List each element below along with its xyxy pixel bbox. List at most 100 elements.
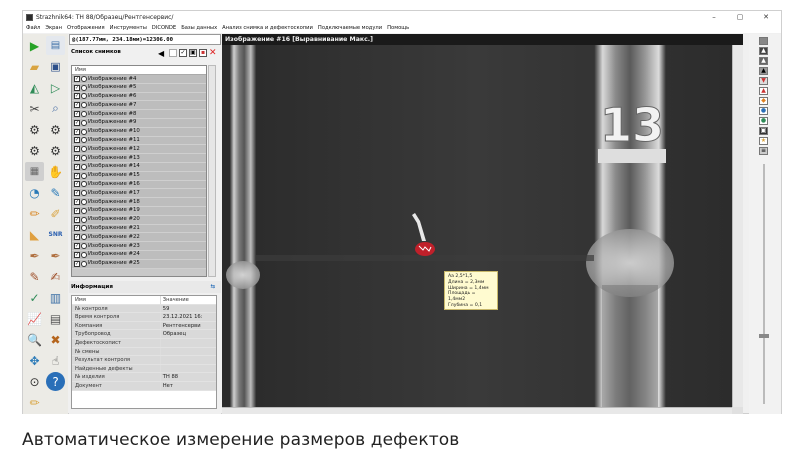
brush-icon[interactable]: ✒ — [25, 246, 44, 265]
list-item-checkbox[interactable]: ✓ — [74, 75, 80, 82]
eye-icon[interactable] — [81, 190, 87, 197]
grid-icon[interactable]: ▦ — [25, 162, 44, 181]
layers-tool-icon[interactable]: ≡ — [759, 147, 768, 155]
zoom-icon[interactable]: 🔍 — [25, 330, 44, 349]
gear-advanced-icon[interactable]: ⚙ — [25, 141, 44, 160]
list-scrollbar[interactable] — [208, 65, 216, 277]
move-icon[interactable]: ✥ — [25, 351, 44, 370]
eye-icon[interactable] — [81, 137, 87, 144]
eye-icon[interactable] — [81, 199, 87, 206]
play-outline-icon[interactable]: ▷ — [46, 78, 65, 97]
highlight-tool-icon[interactable]: ▲ — [759, 87, 768, 95]
new-document-icon[interactable]: ▤ — [46, 36, 65, 55]
line-graph-icon[interactable]: 📈 — [25, 309, 44, 328]
back-arrow-icon[interactable]: ◀ — [158, 49, 164, 58]
list-item-checkbox[interactable]: ✓ — [74, 225, 80, 232]
lock-icon[interactable]: ▪ — [199, 49, 207, 57]
gear-filter-icon[interactable]: ⚙ — [46, 141, 65, 160]
maximize-button[interactable]: ▢ — [729, 11, 751, 23]
check-icon[interactable]: ✓ — [179, 49, 187, 57]
eye-icon[interactable] — [81, 216, 87, 223]
menu-plugins[interactable]: Подключаемые модули — [318, 25, 382, 31]
histogram-icon[interactable]: ▤ — [46, 309, 65, 328]
defect-marker[interactable] — [415, 242, 435, 256]
list-item-checkbox[interactable]: ✓ — [74, 234, 80, 241]
zoom-slider-handle[interactable] — [759, 334, 769, 338]
eye-icon[interactable] — [81, 181, 87, 188]
list-item-checkbox[interactable]: ✓ — [74, 163, 80, 170]
eye-icon[interactable] — [81, 163, 87, 170]
triangle-tool-icon[interactable]: ◭ — [25, 78, 44, 97]
tools-cross-icon[interactable]: ✖ — [46, 330, 65, 349]
eye-icon[interactable] — [81, 146, 87, 153]
menu-diconde[interactable]: DICONDE — [152, 25, 176, 31]
blank-button-icon[interactable] — [169, 49, 177, 57]
eye-icon[interactable] — [81, 128, 87, 135]
menu-databases[interactable]: Базы данных — [181, 25, 217, 31]
list-item-checkbox[interactable]: ✓ — [74, 260, 80, 267]
chart-icon[interactable]: ▥ — [46, 288, 65, 307]
list-item-checkbox[interactable]: ✓ — [74, 84, 80, 91]
list-item-checkbox[interactable]: ✓ — [74, 243, 80, 250]
list-item-checkbox[interactable]: ✓ — [74, 155, 80, 162]
eye-icon[interactable] — [81, 225, 87, 232]
list-item-checkbox[interactable]: ✓ — [74, 207, 80, 214]
image-horizontal-scrollbar[interactable] — [222, 407, 732, 414]
eye-icon[interactable] — [81, 75, 87, 82]
eye-icon[interactable] — [81, 207, 87, 214]
green-tool-icon[interactable]: ● — [759, 117, 768, 125]
play-icon[interactable]: ▶ — [25, 36, 44, 55]
xray-image[interactable]: 13 Аа 2,5*1,5 Длина = 2,3мм Ширина = 1,4… — [222, 45, 732, 407]
palette-tool-icon[interactable]: ◆ — [759, 97, 768, 105]
compass-icon[interactable]: ◔ — [25, 183, 44, 202]
draw-icon[interactable]: ✍ — [46, 267, 65, 286]
ruler-icon[interactable]: ✏ — [25, 204, 44, 223]
list-item-checkbox[interactable]: ✓ — [74, 102, 80, 109]
eye-icon[interactable] — [81, 93, 87, 100]
delete-icon[interactable]: ✕ — [209, 48, 217, 58]
list-item-checkbox[interactable]: ✓ — [74, 137, 80, 144]
list-item-checkbox[interactable]: ✓ — [74, 128, 80, 135]
filter-tool-icon[interactable]: ▼ — [759, 77, 768, 85]
level-tool-icon[interactable]: ▲ — [759, 47, 768, 55]
eye-icon[interactable] — [81, 102, 87, 109]
eye-icon[interactable] — [81, 260, 87, 267]
eye-icon[interactable] — [81, 251, 87, 258]
select-all-icon[interactable]: ▣ — [189, 49, 197, 57]
binoculars-icon[interactable]: ⊙ — [25, 372, 44, 391]
globe-tool-icon[interactable]: ● — [759, 107, 768, 115]
menu-tools[interactable]: Инструменты — [110, 25, 147, 31]
eye-icon[interactable] — [81, 234, 87, 241]
help-icon[interactable]: ? — [46, 372, 65, 391]
brightness-tool-icon[interactable]: ▲ — [759, 67, 768, 75]
list-item-checkbox[interactable]: ✓ — [74, 172, 80, 179]
list-item-checkbox[interactable]: ✓ — [74, 146, 80, 153]
list-item-checkbox[interactable]: ✓ — [74, 119, 80, 126]
snr-button[interactable]: SNR — [46, 225, 65, 244]
eye-icon[interactable] — [81, 243, 87, 250]
magnifier-icon[interactable]: ⌕ — [46, 99, 65, 118]
paint-icon[interactable]: ✒ — [46, 246, 65, 265]
eye-icon[interactable] — [81, 119, 87, 126]
eye-icon[interactable] — [81, 111, 87, 118]
close-button[interactable]: ✕ — [755, 11, 777, 23]
menu-help[interactable]: Помощь — [387, 25, 409, 31]
menu-analysis[interactable]: Анализ снимка и дефектоскопии — [222, 25, 313, 31]
menu-screen[interactable]: Экран — [45, 25, 62, 31]
list-item[interactable]: ✓ Изображение #25 — [72, 259, 206, 269]
check-draw-icon[interactable]: ✓ — [25, 288, 44, 307]
info-refresh-icon[interactable]: ⇆ — [210, 281, 215, 293]
color-tool-icon[interactable] — [759, 37, 768, 45]
zoom-slider-track[interactable] — [763, 164, 765, 404]
eye-icon[interactable] — [81, 84, 87, 91]
hand-icon[interactable]: ✋ — [46, 162, 65, 181]
menu-display[interactable]: Отображения — [67, 25, 105, 31]
menu-file[interactable]: Файл — [26, 25, 40, 31]
invert-tool-icon[interactable]: ▣ — [759, 127, 768, 135]
corner-tool-icon[interactable]: ◣ — [25, 225, 44, 244]
hand-pointer-icon[interactable]: ☝ — [46, 351, 65, 370]
pen-measure-icon[interactable]: ✎ — [46, 183, 65, 202]
list-item-checkbox[interactable]: ✓ — [74, 111, 80, 118]
list-item-checkbox[interactable]: ✓ — [74, 190, 80, 197]
list-item-checkbox[interactable]: ✓ — [74, 199, 80, 206]
